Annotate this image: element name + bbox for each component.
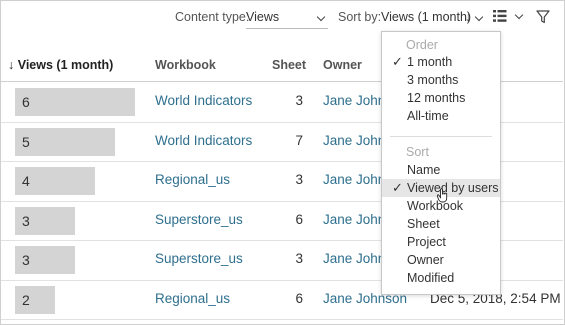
- menu-item-all-time[interactable]: All-time: [382, 107, 500, 125]
- views-bar: 5: [15, 127, 115, 156]
- owner-link[interactable]: Jane John: [323, 212, 385, 227]
- views-count: 6: [22, 94, 30, 110]
- filter-button[interactable]: [536, 10, 550, 29]
- workbook-link[interactable]: Regional_us: [155, 291, 230, 306]
- views-count: 5: [22, 133, 30, 150]
- mouse-cursor-icon: [437, 188, 448, 203]
- chevron-down-icon: [474, 12, 484, 22]
- menu-section-label: Order: [406, 38, 438, 52]
- menu-item-name[interactable]: Name: [382, 161, 500, 179]
- menu-item-label: Project: [407, 235, 446, 249]
- menu-item-label: Modified: [407, 271, 455, 285]
- menu-item-12-months[interactable]: 12 months: [382, 89, 500, 107]
- owner-link[interactable]: Jane John: [323, 93, 385, 108]
- row-divider: [1, 319, 563, 320]
- menu-item-label: All-time: [407, 109, 449, 123]
- views-bar: 4: [15, 167, 95, 195]
- filter-icon: [536, 10, 550, 24]
- views-bar: 3: [15, 246, 75, 274]
- view-mode-toggle[interactable]: [493, 9, 525, 25]
- content-type-value: Views: [246, 10, 280, 24]
- menu-item-label: 1 month: [407, 55, 453, 69]
- sort-by-label: Sort by:: [338, 10, 382, 24]
- list-view-icon: [493, 10, 507, 22]
- sort-by-dropdown[interactable]: Views (1 month) ↓: [381, 6, 485, 28]
- menu-divider: [390, 136, 492, 137]
- menu-section-order: Order: [382, 36, 500, 54]
- workbook-link[interactable]: Superstore_us: [155, 212, 243, 227]
- chevron-down-icon: [316, 12, 326, 22]
- sort-direction-icon: ↓: [465, 10, 472, 24]
- workbook-link[interactable]: Superstore_us: [155, 251, 243, 266]
- menu-item-owner[interactable]: Owner: [382, 251, 500, 269]
- menu-item-3-months[interactable]: 3 months: [382, 71, 500, 89]
- sheet-count: 3: [295, 251, 303, 266]
- sheet-count: 6: [295, 211, 303, 227]
- column-header-views[interactable]: ↓ Views (1 month): [8, 58, 113, 72]
- sheet-count: 3: [295, 93, 303, 108]
- menu-item-sheet[interactable]: Sheet: [382, 215, 500, 233]
- menu-item-label: Viewed by users: [407, 181, 499, 195]
- views-bar: 6: [15, 88, 135, 116]
- sheet-count: 3: [295, 172, 303, 187]
- workbook-link[interactable]: Regional_us: [155, 172, 230, 187]
- sort-by-value: Views (1 month): [381, 10, 472, 24]
- content-type-dropdown[interactable]: Views: [246, 6, 328, 29]
- column-header-workbook[interactable]: Workbook: [155, 58, 216, 72]
- workbook-link[interactable]: World Indicators: [155, 93, 252, 108]
- check-icon: ✓: [392, 180, 403, 195]
- menu-item-label: Owner: [407, 253, 444, 267]
- column-header-owner[interactable]: Owner: [323, 58, 362, 72]
- views-bar: 2: [15, 285, 55, 314]
- sort-menu: Order ✓ 1 month 3 months 12 months All-time …: [381, 31, 501, 295]
- views-bar: 3: [15, 206, 75, 235]
- owner-link[interactable]: Jane John: [323, 133, 385, 148]
- views-count: 2: [22, 291, 30, 308]
- menu-item-modified[interactable]: Modified: [382, 269, 500, 287]
- views-count: 3: [22, 252, 30, 268]
- owner-link[interactable]: Jane John: [323, 251, 385, 266]
- views-count: 4: [22, 173, 30, 189]
- chevron-down-icon: [514, 10, 524, 20]
- menu-item-label: 12 months: [407, 91, 466, 105]
- sheet-count: 6: [295, 290, 303, 306]
- menu-item-project[interactable]: Project: [382, 233, 500, 251]
- menu-item-1-month[interactable]: ✓ 1 month: [382, 53, 500, 71]
- workbook-link[interactable]: World Indicators: [155, 133, 252, 148]
- content-type-label: Content type:: [175, 10, 250, 24]
- owner-link[interactable]: Jane John: [323, 172, 385, 187]
- sheet-count: 7: [295, 132, 303, 148]
- menu-item-label: 3 months: [407, 73, 459, 87]
- menu-item-label: Sheet: [407, 217, 440, 231]
- column-header-sheet[interactable]: Sheet: [272, 58, 306, 72]
- check-icon: ✓: [392, 54, 403, 69]
- menu-section-label: Sort: [406, 145, 429, 159]
- menu-section-sort: Sort: [382, 143, 500, 161]
- menu-item-label: Workbook: [407, 199, 464, 213]
- views-count: 3: [22, 212, 30, 229]
- menu-item-label: Name: [407, 163, 441, 177]
